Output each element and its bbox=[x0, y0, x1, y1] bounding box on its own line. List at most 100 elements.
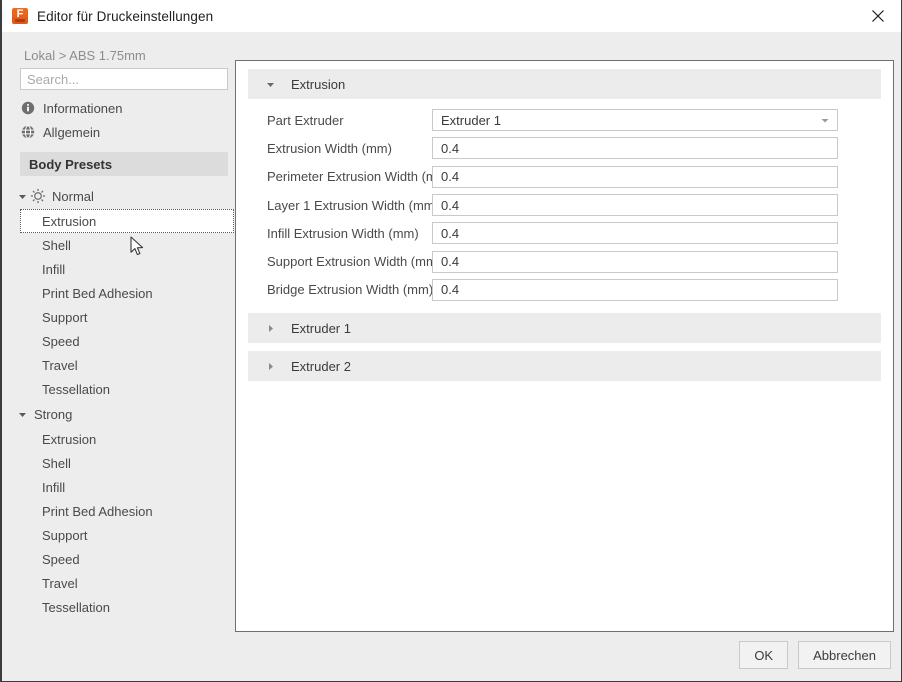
title-bar: F Editor für Druckeinstellungen bbox=[2, 0, 901, 32]
section-title: Extruder 1 bbox=[291, 320, 351, 336]
sidebar-item-label: Support bbox=[42, 527, 88, 543]
sidebar-item-strong-travel[interactable]: Travel bbox=[2, 571, 236, 595]
sidebar-item-label: Print Bed Adhesion bbox=[42, 285, 153, 301]
form-row-perimeter-extrusion-width: Perimeter Extrusion Width (mm) 0.4 bbox=[236, 163, 893, 191]
field-label: Perimeter Extrusion Width (mm) bbox=[267, 169, 452, 185]
field-value: Extruder 1 bbox=[441, 112, 501, 128]
sidebar-item-label: Extrusion bbox=[42, 213, 97, 229]
perimeter-extrusion-width-input[interactable]: 0.4 bbox=[432, 165, 838, 188]
print-settings-editor-window: F Editor für Druckeinstellungen Lokal > … bbox=[0, 0, 902, 682]
breadcrumb: Lokal > ABS 1.75mm bbox=[24, 48, 146, 63]
sidebar-item-label: Allgemein bbox=[43, 124, 101, 140]
sidebar-item-strong-speed[interactable]: Speed bbox=[2, 547, 236, 571]
sidebar-item-strong-print-bed-adhesion[interactable]: Print Bed Adhesion bbox=[2, 499, 236, 523]
sidebar-item-label: Tessellation bbox=[42, 381, 110, 397]
sidebar-item-label: Extrusion bbox=[42, 431, 97, 447]
layer1-extrusion-width-input[interactable]: 0.4 bbox=[432, 194, 838, 217]
bridge-extrusion-width-input[interactable]: 0.4 bbox=[432, 278, 838, 301]
sidebar-item-label: Speed bbox=[42, 333, 80, 349]
section-header-extruder-2[interactable]: Extruder 2 bbox=[248, 351, 881, 381]
sidebar-item-normal-speed[interactable]: Speed bbox=[2, 329, 236, 353]
form-row-bridge-extrusion-width: Bridge Extrusion Width (mm) 0.4 bbox=[236, 276, 893, 304]
sidebar-item-label: Travel bbox=[42, 357, 78, 373]
chevron-down-icon[interactable] bbox=[265, 80, 275, 89]
sidebar-item-strong-support[interactable]: Support bbox=[2, 523, 236, 547]
sidebar-item-normal-extrusion[interactable]: Extrusion bbox=[20, 209, 234, 233]
sidebar-item-label: Tessellation bbox=[42, 599, 110, 615]
chevron-down-icon bbox=[821, 113, 829, 128]
sidebar-item-label: Informationen bbox=[43, 100, 123, 116]
chevron-right-icon[interactable] bbox=[265, 362, 275, 371]
sidebar-group-label: Normal bbox=[52, 188, 94, 204]
close-icon bbox=[872, 10, 884, 22]
field-label: Extrusion Width (mm) bbox=[267, 140, 392, 156]
extrusion-form: Part Extruder Extruder 1 Extrusion Width… bbox=[236, 106, 893, 304]
sidebar-item-normal-travel[interactable]: Travel bbox=[2, 353, 236, 377]
window-title: Editor für Druckeinstellungen bbox=[37, 8, 214, 24]
field-label: Support Extrusion Width (mm) bbox=[267, 254, 442, 270]
settings-panel: Extrusion Part Extruder Extruder 1 Extru… bbox=[235, 60, 894, 632]
globe-icon bbox=[20, 124, 36, 140]
dialog-footer: OK Abbrechen bbox=[739, 641, 891, 669]
sidebar-item-label: Print Bed Adhesion bbox=[42, 503, 153, 519]
extrusion-width-input[interactable]: 0.4 bbox=[432, 137, 838, 160]
sidebar-item-label: Shell bbox=[42, 455, 71, 471]
info-icon bbox=[20, 100, 36, 116]
sidebar-item-normal-infill[interactable]: Infill bbox=[2, 257, 236, 281]
chevron-right-icon[interactable] bbox=[265, 324, 275, 333]
sidebar-group-label: Strong bbox=[34, 406, 73, 422]
form-row-extrusion-width: Extrusion Width (mm) 0.4 bbox=[236, 134, 893, 162]
chevron-down-icon[interactable] bbox=[16, 410, 28, 419]
ok-button[interactable]: OK bbox=[739, 641, 789, 669]
sidebar-item-label: Infill bbox=[42, 261, 66, 277]
cancel-button[interactable]: Abbrechen bbox=[798, 641, 891, 669]
infill-extrusion-width-input[interactable]: 0.4 bbox=[432, 222, 838, 245]
field-value: 0.4 bbox=[441, 282, 460, 298]
form-row-layer1-extrusion-width: Layer 1 Extrusion Width (mm) 0.4 bbox=[236, 191, 893, 219]
field-value: 0.4 bbox=[441, 197, 460, 213]
section-title: Extrusion bbox=[291, 76, 346, 92]
gear-icon bbox=[30, 188, 46, 204]
section-title: Extruder 2 bbox=[291, 358, 351, 374]
sidebar-item-normal-support[interactable]: Support bbox=[2, 305, 236, 329]
sidebar-item-normal-print-bed-adhesion[interactable]: Print Bed Adhesion bbox=[2, 281, 236, 305]
sidebar-nav-list: Informationen Allgemein Body Presets Nor… bbox=[2, 96, 236, 619]
sidebar-item-label: Support bbox=[42, 309, 88, 325]
field-label: Layer 1 Extrusion Width (mm) bbox=[267, 197, 439, 213]
sidebar-item-strong-shell[interactable]: Shell bbox=[2, 451, 236, 475]
sidebar-item-label: Infill bbox=[42, 479, 66, 495]
app-icon-base bbox=[15, 19, 25, 22]
sidebar-item-strong-infill[interactable]: Infill bbox=[2, 475, 236, 499]
support-extrusion-width-input[interactable]: 0.4 bbox=[432, 250, 838, 273]
dialog-body: Lokal > ABS 1.75mm Informationen bbox=[2, 32, 901, 681]
field-label: Part Extruder bbox=[267, 112, 344, 128]
section-header-extrusion[interactable]: Extrusion bbox=[248, 69, 881, 99]
part-extruder-select[interactable]: Extruder 1 bbox=[432, 109, 838, 132]
sidebar-item-allgemein[interactable]: Allgemein bbox=[2, 120, 236, 144]
form-row-support-extrusion-width: Support Extrusion Width (mm) 0.4 bbox=[236, 247, 893, 275]
close-button[interactable] bbox=[855, 0, 901, 32]
field-value: 0.4 bbox=[441, 169, 460, 185]
sidebar-section-body-presets: Body Presets bbox=[20, 152, 228, 176]
sidebar-item-strong-extrusion[interactable]: Extrusion bbox=[2, 427, 236, 451]
search-input[interactable] bbox=[20, 68, 228, 90]
field-value: 0.4 bbox=[441, 225, 460, 241]
sidebar-item-normal-tessellation[interactable]: Tessellation bbox=[2, 377, 236, 401]
sidebar-item-informationen[interactable]: Informationen bbox=[2, 96, 236, 120]
field-label: Infill Extrusion Width (mm) bbox=[267, 225, 419, 241]
sidebar-group-normal[interactable]: Normal bbox=[2, 183, 236, 209]
collapsed-sections: Extruder 1 Extruder 2 bbox=[236, 313, 893, 389]
sidebar-item-normal-shell[interactable]: Shell bbox=[2, 233, 236, 257]
field-value: 0.4 bbox=[441, 254, 460, 270]
sidebar-item-strong-tessellation[interactable]: Tessellation bbox=[2, 595, 236, 619]
field-label: Bridge Extrusion Width (mm) bbox=[267, 282, 434, 298]
field-value: 0.4 bbox=[441, 140, 460, 156]
sidebar-item-label: Speed bbox=[42, 551, 80, 567]
fusion-app-icon: F bbox=[12, 8, 28, 24]
sidebar: Lokal > ABS 1.75mm Informationen bbox=[2, 32, 236, 681]
form-row-part-extruder: Part Extruder Extruder 1 bbox=[236, 106, 893, 134]
sidebar-item-label: Travel bbox=[42, 575, 78, 591]
chevron-down-icon[interactable] bbox=[16, 192, 28, 201]
section-header-extruder-1[interactable]: Extruder 1 bbox=[248, 313, 881, 343]
sidebar-group-strong[interactable]: Strong bbox=[2, 401, 236, 427]
